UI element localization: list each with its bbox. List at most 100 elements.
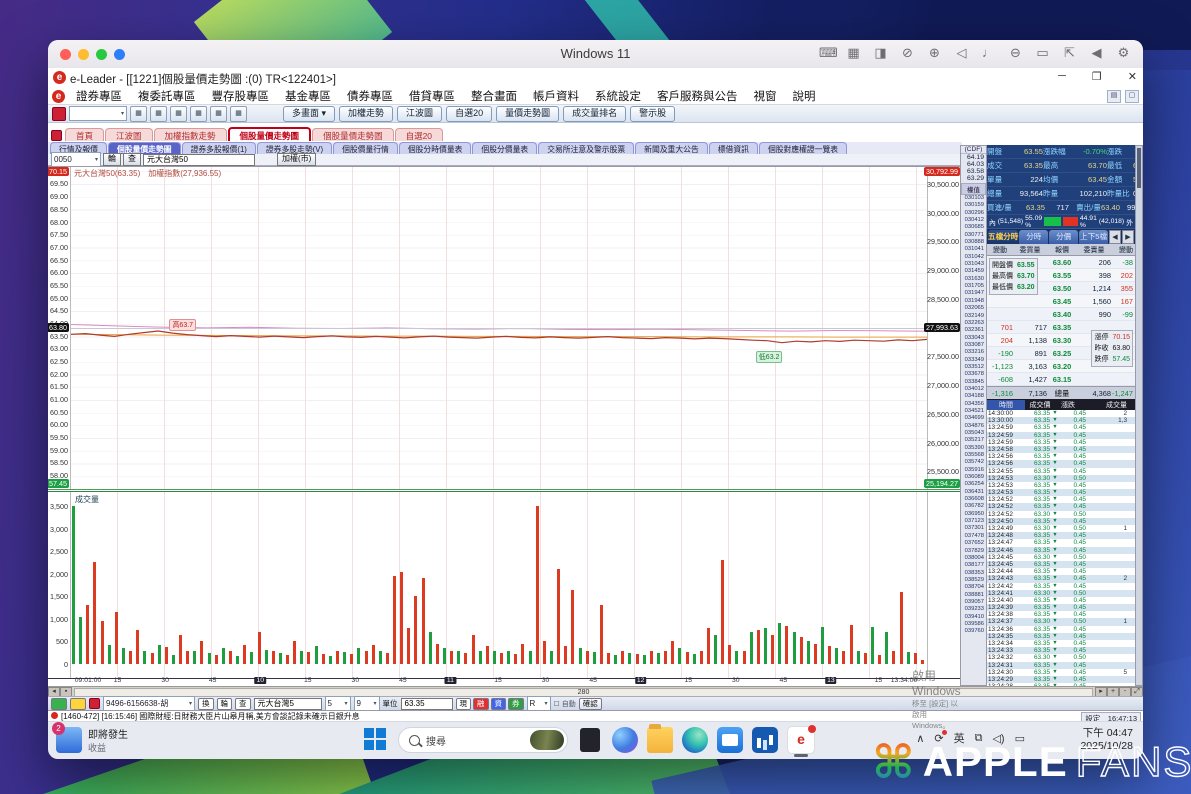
ts-row[interactable]: 13:24:4463.35▼0.45 <box>987 568 1135 575</box>
menu-1[interactable]: 複委託專區 <box>131 88 203 104</box>
menu-8[interactable]: 系統設定 <box>588 88 648 104</box>
ts-row[interactable]: 13:24:5663.35▼0.45 <box>987 460 1135 467</box>
ts-row[interactable]: 13:24:4863.35▼0.45 <box>987 532 1135 539</box>
record-icon[interactable] <box>52 107 66 121</box>
market-button[interactable]: 加權(市) <box>277 153 316 166</box>
file-explorer-icon[interactable] <box>647 727 673 753</box>
tool-button-3[interactable]: ▦ <box>170 106 187 122</box>
quote-tab-3[interactable]: 上下5檔 <box>1079 230 1108 244</box>
qty-combo-1[interactable]: 5▾ <box>325 696 351 711</box>
ts-row[interactable]: 13:24:3363.35▼0.45 <box>987 647 1135 654</box>
query-button[interactable]: 查 <box>123 153 141 166</box>
ts-row[interactable]: 13:24:5263.35▼0.45 <box>987 503 1135 510</box>
menu-7[interactable]: 帳戶資料 <box>526 88 586 104</box>
usb-icon[interactable]: ◨ <box>873 45 888 61</box>
volume-icon[interactable]: ◁ <box>954 45 969 61</box>
menu-4[interactable]: 債券專區 <box>340 88 400 104</box>
quote-tab-0[interactable]: 五檔分時 <box>988 230 1018 244</box>
settings-icon[interactable]: ⚙ <box>1116 45 1131 61</box>
volume-plot[interactable]: 成交量 <box>70 492 928 678</box>
ts-row[interactable]: 13:24:4563.30▼0.50 <box>987 554 1135 561</box>
tab2-2[interactable]: 證券多股報價(1) <box>182 142 256 154</box>
edge-browser-icon[interactable] <box>682 727 708 753</box>
globe-icon[interactable]: ⊕ <box>927 45 942 61</box>
tab1-1[interactable]: 江波圖 <box>105 128 153 141</box>
ts-row[interactable]: 13:30:0063.35▼0.451,3 <box>987 417 1135 424</box>
tab2-4[interactable]: 個股價量行情 <box>333 142 398 154</box>
menu-9[interactable]: 客戶服務與公告 <box>650 88 745 104</box>
order-chip-資[interactable]: 資 <box>491 698 507 710</box>
ts-row[interactable]: 13:24:4763.35▼0.45 <box>987 539 1135 546</box>
ticker-line-1[interactable]: [1460-472] [16:15:46] 國際財經:日財務大臣片山皋月稱,美方… <box>61 712 360 721</box>
ts-row[interactable]: 13:24:5363.30▼0.50 <box>987 475 1135 482</box>
network-blocked-icon[interactable]: ⊘ <box>900 45 915 61</box>
cdf-tick-list[interactable]: 0301030301590302960304120306850307710308… <box>961 195 986 636</box>
tab2-8[interactable]: 新聞及重大公告 <box>635 142 708 154</box>
tool-button-1[interactable]: ▦ <box>130 106 147 122</box>
toolbar-button-4[interactable]: 量價走勢圖 <box>496 106 559 122</box>
order-price-field[interactable]: 63.35 <box>401 698 453 710</box>
toolbar-button-2[interactable]: 江波圖 <box>397 106 442 122</box>
ts-rows[interactable]: 14:30:0063.35▼0.45213:30:0063.35▼0.451,3… <box>987 410 1135 686</box>
microphone-icon[interactable]: ♩ <box>981 45 996 61</box>
ts-row[interactable]: 13:24:2963.35▼0.45 <box>987 676 1135 683</box>
ts-row[interactable]: 13:24:5063.35▼0.45 <box>987 518 1135 525</box>
ts-row[interactable]: 13:24:3163.35▼0.45 <box>987 662 1135 669</box>
ask-row[interactable]: 63.40990-99 <box>987 308 1135 321</box>
ask-row[interactable]: 63.451,560167 <box>987 295 1135 308</box>
ts-row[interactable]: 13:24:4063.35▼0.45 <box>987 597 1135 604</box>
toolbar-button-6[interactable]: 警示股 <box>630 106 675 122</box>
toolbar-button-3[interactable]: 自選20 <box>446 106 492 122</box>
tab2-6[interactable]: 個股分價量表 <box>472 142 537 154</box>
minimize-button[interactable]: ─ <box>1058 70 1066 83</box>
order-combo[interactable]: R▾ <box>527 696 551 711</box>
cpu-icon[interactable]: ▦ <box>846 45 861 61</box>
photos-app-icon[interactable] <box>577 727 603 753</box>
window-icon[interactable]: ▢ <box>1125 90 1139 103</box>
swap-button[interactable]: 換 <box>198 698 214 710</box>
panel-scrollbar[interactable] <box>1135 145 1143 686</box>
tool-button-5[interactable]: ▦ <box>210 106 227 122</box>
confirm-button[interactable]: 確認 <box>579 698 602 710</box>
ts-row[interactable]: 13:24:5663.35▼0.45 <box>987 453 1135 460</box>
keyboard-icon[interactable]: ⌨ <box>819 45 834 61</box>
menu-5[interactable]: 借貸專區 <box>402 88 462 104</box>
bid-row[interactable]: -6081,42763.15 <box>987 373 1135 386</box>
price-plot[interactable]: 高63.7低63.2 <box>70 167 928 489</box>
ts-row[interactable]: 13:24:3863.35▼0.45 <box>987 611 1135 618</box>
qty-combo-2[interactable]: 9▾ <box>354 696 380 711</box>
tab2-10[interactable]: 個股對應權證一覽表 <box>759 142 847 154</box>
ts-row[interactable]: 14:30:0063.35▼0.452 <box>987 410 1135 417</box>
order-chip-融[interactable]: 融 <box>473 698 489 710</box>
stock-code-combo[interactable]: 0050▾ <box>51 152 101 167</box>
layout-icon[interactable]: ▤ <box>1107 90 1121 103</box>
ts-row[interactable]: 13:24:5963.35▼0.45 <box>987 424 1135 431</box>
ts-row[interactable]: 13:24:3563.35▼0.45 <box>987 633 1135 640</box>
tool-button-6[interactable]: ▦ <box>230 106 247 122</box>
ts-row[interactable]: 13:24:4663.35▼0.45 <box>987 547 1135 554</box>
ts-row[interactable]: 13:24:5563.35▼0.45 <box>987 468 1135 475</box>
menu-6[interactable]: 整合畫面 <box>464 88 524 104</box>
symbol-combo[interactable]: ▾ <box>69 106 127 121</box>
menu-11[interactable]: 說明 <box>786 88 823 104</box>
tool-button-4[interactable]: ▦ <box>190 106 207 122</box>
ts-row[interactable]: 13:24:5263.35▼0.45 <box>987 496 1135 503</box>
tab1-0[interactable]: 首頁 <box>65 128 104 141</box>
ts-row[interactable]: 13:24:3263.30▼0.50 <box>987 654 1135 661</box>
eleader-taskbar-icon[interactable]: e <box>787 726 815 754</box>
wheel-button-2[interactable]: 輪 <box>217 698 233 710</box>
stocks-app-icon[interactable] <box>752 727 778 753</box>
ts-row[interactable]: 13:24:3963.35▼0.45 <box>987 604 1135 611</box>
tab1-3[interactable]: 個股量價走勢圖 <box>228 127 312 141</box>
quote-tab-1[interactable]: 分時 <box>1019 230 1048 244</box>
start-button[interactable] <box>363 727 389 753</box>
order-chip-券[interactable]: 券 <box>508 698 524 710</box>
ts-row[interactable]: 13:24:5363.35▼0.45 <box>987 482 1135 489</box>
menu-10[interactable]: 視窗 <box>747 88 784 104</box>
menu-0[interactable]: 證券專區 <box>69 88 129 104</box>
order-chip-現[interactable]: 現 <box>456 698 472 710</box>
maximize-button[interactable]: ❐ <box>1092 70 1102 83</box>
ts-row[interactable]: 13:24:5363.35▼0.45 <box>987 489 1135 496</box>
menu-2[interactable]: 豐存股專區 <box>205 88 277 104</box>
ts-row[interactable]: 13:24:4363.35▼0.452 <box>987 575 1135 582</box>
